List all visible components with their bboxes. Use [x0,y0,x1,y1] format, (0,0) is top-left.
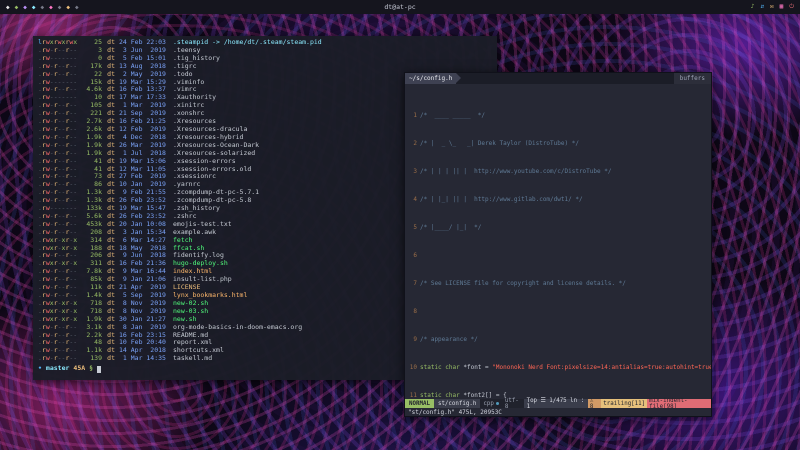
buffers-label: buffers [674,73,711,84]
encoding-indicator: utf-8 [502,399,524,408]
code-text: /* See LICENSE file for copyright and li… [420,280,711,287]
file-size: 139 [81,355,102,363]
code-line: 3 /* | | | || | http://www.youtube.com/c… [405,168,711,175]
file-name: .tig_history [173,55,492,63]
line-number: 4 [405,196,420,203]
filetype-label: cpp [483,401,493,407]
workspace-icon[interactable]: ◆ [23,4,27,11]
statusline-filename: st/config.h [434,399,480,408]
line-number: 2 [405,140,420,147]
file-name: .tigrc [173,63,492,71]
vim-tabline: ~/s/config.h buffers [405,73,711,84]
vim-command-line[interactable]: "st/config.h" 475L, 20953C [405,408,711,416]
file-name: .steampid -> /home/dt/.steam/steam.pid [173,39,492,47]
code-text: /* appearance */ [420,336,711,343]
file-date: 1 Mar 14:35 [119,355,171,363]
filetype-icon [496,402,499,405]
line-number: 7 [405,280,420,287]
workspace-icon[interactable]: ◆ [15,4,19,11]
file-permissions: .rw-r--r-- [38,355,81,363]
workspace-icon[interactable]: ◆ [49,4,53,11]
file-owner: dt [102,355,115,363]
line-number: 1 [405,112,420,119]
line-number: 8 [405,308,420,315]
tray-icon[interactable]: ▦ [780,3,784,11]
powerline-arrow-icon [456,73,461,83]
workspace-icon[interactable]: ◆ [32,4,36,11]
code-text [420,252,711,259]
code-line: 5 /* |____/ |_| */ [405,224,711,231]
line-number: 6 [405,252,420,259]
tray-icon[interactable]: ✉ [770,3,774,11]
tab-config-h[interactable]: ~/s/config.h [405,73,456,84]
prompt-bullet-icon: • [38,365,42,373]
filetype-indicator: cpp [480,399,501,408]
line-number: 9 [405,336,420,343]
code-line: 1 /* ____ _____ */ [405,112,711,119]
git-status-label: 45A [73,365,85,373]
workspace-list: ◆ ◆ ◆ ◆ ◆ ◆ ◆ ◆ ◆ [6,4,79,11]
code-area[interactable]: 1 /* ____ _____ */ 2 /* | _ \_ _| Derek … [405,84,711,399]
line-number: 5 [405,224,420,231]
prompt-symbol: § [89,365,93,373]
code-line: 6 [405,252,711,259]
tray-icon[interactable]: ⏻ [789,3,794,11]
mode-indicator: NORMAL [405,399,434,408]
file-row: .rw-r--r-- 3 dt 3 Jun 2019 .teensy [38,47,492,55]
line-number: 3 [405,168,420,175]
terminal-vim-editor[interactable]: ~/s/config.h buffers 1 /* ____ _____ */ … [404,72,712,417]
top-bar: ◆ ◆ ◆ ◆ ◆ ◆ ◆ ◆ ◆ dt@at-pc ♪ ⇵ ✉ ▦ ⏻ [0,0,800,14]
position-indicator: Top ☰ 1/475 ln : 1 [524,399,588,408]
code-line: 2 /* | _ \_ _| Derek Taylor (DistroTube)… [405,140,711,147]
file-name: .teensy [173,47,492,55]
code-text: static char *font = "Mononoki Nerd Font:… [420,364,711,371]
trailing-whitespace-badge: trailing[11] [601,399,647,408]
system-tray: ♪ ⇵ ✉ ▦ ⏻ [751,3,794,11]
code-line: 4 /* | |_| || | http://www.gitlab.com/dw… [405,196,711,203]
code-line: 9 /* appearance */ [405,336,711,343]
vim-statusline: NORMAL st/config.h cpp utf-8 Top ☰ 1/475… [405,399,711,408]
code-text: /* |____/ |_| */ [420,224,711,231]
workspace-icon[interactable]: ◆ [75,4,79,11]
code-line: 10 static char *font = "Mononoki Nerd Fo… [405,364,711,371]
code-line: 7 /* See LICENSE file for copyright and … [405,280,711,287]
code-text: /* | | | || | http://www.youtube.com/c/D… [420,168,711,175]
line-number: 11 [405,392,420,399]
code-text: /* | _ \_ _| Derek Taylor (DistroTube) *… [420,140,711,147]
warning-count-badge: ⚠ 8 [588,399,601,408]
code-text: /* | |_| || | http://www.gitlab.com/dwt1… [420,196,711,203]
git-branch-label: master [46,365,69,373]
code-line: 8 [405,308,711,315]
tray-icon[interactable]: ♪ [751,3,755,11]
workspace-icon[interactable]: ◆ [6,4,10,11]
file-row: lrwxrwxrwx 25 dt 24 Feb 22:03 .steampid … [38,39,492,47]
host-title: dt@at-pc [0,3,800,11]
code-text [420,308,711,315]
file-row: .rw-r--r-- 17k dt 13 Aug 2018 .tigrc [38,63,492,71]
file-row: .rw------- 0 dt 5 Feb 15:01 .tig_history [38,55,492,63]
workspace-icon[interactable]: ◆ [58,4,62,11]
tray-icon[interactable]: ⇵ [760,3,764,11]
workspace-icon[interactable]: ◆ [66,4,70,11]
mixed-indent-badge: mix-indent-file[98] [647,399,711,408]
line-number: 10 [405,364,420,371]
code-text: /* ____ _____ */ [420,112,711,119]
terminal-cursor [97,366,101,373]
workspace-icon[interactable]: ◆ [41,4,45,11]
